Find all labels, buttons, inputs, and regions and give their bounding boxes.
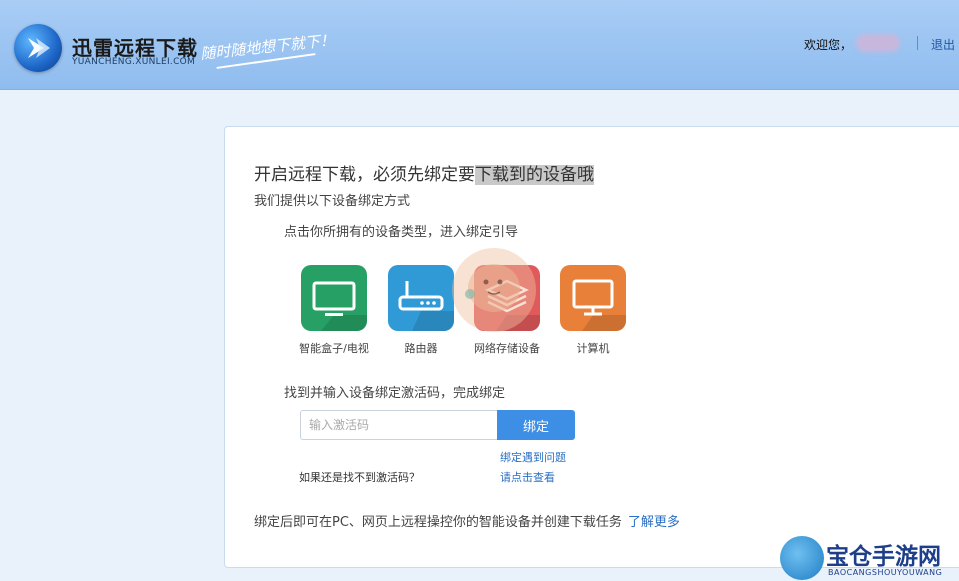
top-header: 迅雷远程下载 YUANCHENG.XUNLEI.COM 随时随地想下就下！ 欢迎… — [0, 0, 959, 90]
activation-code-input[interactable] — [300, 410, 498, 440]
tv-icon — [312, 281, 367, 331]
device-label-router[interactable]: 路由器 — [371, 340, 471, 356]
step2-instruction: 找到并输入设备绑定激活码，完成绑定 — [284, 386, 506, 401]
bind-problem-link[interactable]: 绑定遇到问题 — [500, 449, 566, 465]
device-tile-computer[interactable] — [560, 265, 626, 331]
view-help-link[interactable]: 请点击查看 — [500, 469, 555, 485]
title-prefix: 开启远程下载，必须先绑定要 — [254, 165, 475, 185]
device-label-tv[interactable]: 智能盒子/电视 — [284, 340, 384, 356]
header-divider — [917, 36, 918, 50]
mascot-overlay-icon — [452, 248, 536, 332]
device-tile-router[interactable] — [388, 265, 454, 331]
computer-icon — [572, 279, 626, 331]
device-label-computer[interactable]: 计算机 — [543, 340, 643, 356]
watermark-subtitle: BAOCANGSHOUYOUWANG — [828, 568, 943, 577]
page-title: 开启远程下载，必须先绑定要下载到的设备哦 — [254, 160, 594, 185]
watermark-logo-icon — [780, 536, 824, 580]
learn-more-link[interactable]: 了解更多 — [628, 515, 680, 530]
welcome-text: 欢迎您， — [804, 38, 853, 52]
footer-text: 绑定后即可在PC、网页上远程操控你的智能设备并创建下载任务 — [254, 515, 622, 530]
router-icon — [398, 281, 454, 331]
no-code-text: 如果还是找不到激活码？ — [299, 471, 420, 484]
device-label-storage[interactable]: 网络存储设备 — [457, 340, 557, 356]
watermark-title: 宝仓手游网 — [826, 543, 941, 570]
step1-instruction: 点击你所拥有的设备类型，进入绑定引导 — [284, 225, 519, 240]
xunlei-logo-icon[interactable] — [14, 24, 62, 72]
logout-link[interactable]: 退出 — [931, 36, 955, 53]
footer-note: 绑定后即可在PC、网页上远程操控你的智能设备并创建下载任务 了解更多 — [254, 511, 680, 530]
bind-button[interactable]: 绑定 — [497, 410, 575, 440]
bind-methods-heading: 我们提供以下设备绑定方式 — [254, 194, 411, 209]
title-highlight: 下载到的设备哦 — [475, 165, 594, 185]
username-blurred — [856, 34, 900, 52]
device-tile-tv[interactable] — [301, 265, 367, 331]
app-domain: YUANCHENG.XUNLEI.COM — [72, 57, 196, 67]
